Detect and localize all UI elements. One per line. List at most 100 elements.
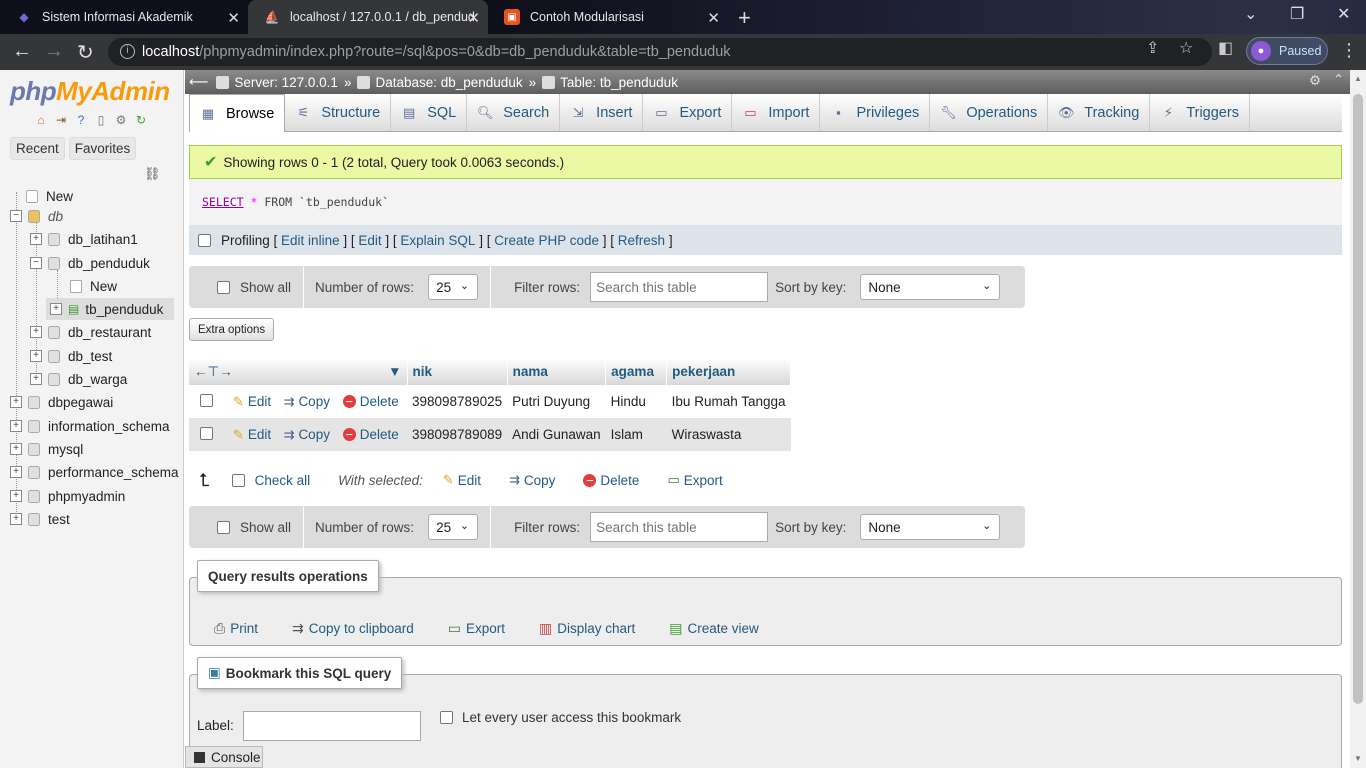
- sort-by-key-select[interactable]: None ⌄: [860, 274, 1001, 300]
- row-copy-button[interactable]: ⇉ Copy: [284, 394, 330, 410]
- column-header-nama[interactable]: nama: [507, 358, 607, 385]
- back-arrow-icon[interactable]: ←: [12, 40, 32, 63]
- settings-gear-icon[interactable]: ⚙: [113, 112, 129, 128]
- cell-pekerjaan[interactable]: Ibu Rumah Tangga: [666, 385, 791, 418]
- chevron-down-icon[interactable]: ⌄: [1244, 4, 1257, 24]
- expand-icon[interactable]: +: [10, 490, 22, 502]
- info-icon[interactable]: i: [120, 44, 135, 59]
- tab-tracking[interactable]: 👁︎ Tracking: [1048, 94, 1151, 131]
- console-tab[interactable]: Console: [185, 746, 263, 768]
- tree-item-tb_penduduk[interactable]: + ▤ tb_penduduk: [46, 298, 174, 320]
- extra-options-button[interactable]: Extra options: [189, 318, 275, 341]
- edit-inline-link[interactable]: Edit inline: [281, 233, 340, 248]
- expand-icon[interactable]: +: [10, 420, 22, 432]
- tree-item-db_restaurant[interactable]: + db_restaurant: [30, 321, 151, 343]
- tree-item-information_schema[interactable]: + information_schema: [10, 415, 170, 437]
- browser-tab-sia[interactable]: ◆ Sistem Informasi Akademik ✕: [0, 0, 248, 34]
- close-window-icon[interactable]: ✕: [1337, 4, 1350, 24]
- with-selected-copy-button[interactable]: ⇉ Copy: [509, 472, 555, 488]
- bookmark-label-input[interactable]: [243, 711, 421, 741]
- tree-item-new[interactable]: New: [10, 185, 73, 207]
- tree-item-mysql[interactable]: + mysql: [10, 438, 83, 460]
- column-header-nik[interactable]: nik: [407, 358, 508, 385]
- number-of-rows-select[interactable]: 25 ⌄: [428, 514, 479, 540]
- side-panel-icon[interactable]: ◧: [1218, 38, 1233, 58]
- help-icon[interactable]: ?: [73, 112, 89, 128]
- collapse-nav-arrow-icon[interactable]: ⟵: [189, 74, 208, 90]
- collapse-icon[interactable]: −: [30, 257, 42, 269]
- favorites-tab[interactable]: Favorites: [68, 137, 137, 160]
- expand-icon[interactable]: +: [30, 350, 42, 362]
- expand-icon[interactable]: +: [10, 466, 22, 478]
- restore-window-icon[interactable]: ❐: [1290, 4, 1304, 24]
- scroll-down-icon[interactable]: ▼: [1354, 754, 1362, 763]
- cell-agama[interactable]: Hindu: [605, 385, 667, 418]
- link-chain-icon[interactable]: ⛓: [144, 166, 161, 182]
- tree-item-dbpegawai[interactable]: + dbpegawai: [10, 391, 113, 413]
- sort-by-key-select[interactable]: None ⌄: [860, 514, 1001, 540]
- share-bookmark-checkbox[interactable]: [440, 711, 453, 724]
- settings-gear-icon[interactable]: ⚙: [1309, 73, 1321, 89]
- triangle-down-icon[interactable]: ▼: [388, 364, 401, 379]
- breadcrumb-server[interactable]: Server: 127.0.0.1: [216, 75, 338, 90]
- expand-icon[interactable]: +: [10, 443, 22, 455]
- tree-item-db_penduduk[interactable]: − db_penduduk: [30, 252, 150, 274]
- new-tab-icon[interactable]: +: [738, 5, 751, 31]
- tab-triggers[interactable]: ⚡︎ Triggers: [1150, 94, 1250, 131]
- reload-nav-icon[interactable]: ↻: [133, 112, 149, 128]
- tab-search[interactable]: 🔍︎ Search: [467, 94, 561, 131]
- export-button[interactable]: ▭ Export: [448, 620, 505, 637]
- with-selected-delete-button[interactable]: − Delete: [583, 473, 639, 488]
- edit-link[interactable]: Edit: [358, 233, 381, 248]
- cell-nik[interactable]: 398098789025: [407, 385, 508, 418]
- check-all-label[interactable]: Check all: [255, 473, 311, 488]
- refresh-link[interactable]: Refresh: [618, 233, 665, 248]
- browser-tab-modularisasi[interactable]: ▣ Contoh Modularisasi ✕: [488, 0, 728, 34]
- expand-icon[interactable]: +: [30, 233, 42, 245]
- tree-item-db_warga[interactable]: + db_warga: [30, 368, 127, 390]
- collapse-up-icon[interactable]: ⌃: [1333, 72, 1344, 88]
- share-icon[interactable]: ⇪: [1146, 38, 1159, 58]
- filter-rows-input[interactable]: Search this table: [590, 512, 769, 542]
- tree-item-performance_schema[interactable]: + performance_schema: [10, 461, 179, 483]
- column-header-agama[interactable]: agama: [605, 358, 668, 385]
- cell-nama[interactable]: Putri Duyung: [507, 385, 606, 418]
- tree-item-db[interactable]: − db: [10, 205, 63, 227]
- create-php-code-link[interactable]: Create PHP code: [494, 233, 599, 248]
- logout-icon[interactable]: ⇥: [53, 112, 69, 128]
- cell-agama[interactable]: Islam: [605, 418, 667, 451]
- row-edit-button[interactable]: ✎ Edit: [233, 394, 271, 410]
- scroll-up-icon[interactable]: ▲: [1354, 74, 1362, 83]
- column-resize-handle[interactable]: ←⊤→ ▼: [189, 358, 408, 385]
- browser-tab-phpmyadmin[interactable]: ⛵ localhost / 127.0.0.1 / db_pendud ✕: [248, 0, 488, 34]
- profile-button[interactable]: ● Paused: [1246, 37, 1328, 65]
- row-checkbox[interactable]: [200, 426, 213, 440]
- expand-icon[interactable]: +: [10, 513, 22, 525]
- close-icon[interactable]: ✕: [227, 9, 240, 27]
- expand-icon[interactable]: +: [10, 396, 22, 408]
- with-selected-edit-button[interactable]: ✎ Edit: [443, 472, 481, 488]
- address-bar[interactable]: i localhost/phpmyadmin/index.php?route=/…: [108, 38, 1212, 66]
- tree-item-db_test[interactable]: + db_test: [30, 345, 112, 367]
- home-icon[interactable]: ⌂: [33, 112, 49, 128]
- row-copy-button[interactable]: ⇉ Copy: [284, 427, 330, 443]
- column-header-pekerjaan[interactable]: pekerjaan: [666, 358, 792, 385]
- tree-item-phpmyadmin[interactable]: + phpmyadmin: [10, 485, 125, 507]
- bookmark-star-icon[interactable]: ☆: [1179, 38, 1193, 58]
- filter-rows-input[interactable]: Search this table: [590, 272, 769, 302]
- with-selected-export-button[interactable]: ▭ Export: [667, 472, 722, 488]
- cell-nama[interactable]: Andi Gunawan: [507, 418, 606, 451]
- show-all-checkbox[interactable]: [217, 520, 230, 534]
- tree-item-test[interactable]: + test: [10, 508, 70, 530]
- display-chart-button[interactable]: ▥ Display chart: [539, 620, 635, 637]
- phpmyadmin-logo[interactable]: phpMyAdmin: [10, 76, 170, 107]
- close-icon[interactable]: ✕: [467, 9, 480, 27]
- breadcrumb-table[interactable]: Table: tb_penduduk: [542, 75, 678, 90]
- tab-import[interactable]: ▭ Import: [732, 94, 821, 131]
- breadcrumb-database[interactable]: Database: db_penduduk: [357, 75, 523, 90]
- expand-icon[interactable]: +: [50, 303, 62, 315]
- check-all-checkbox[interactable]: [231, 473, 245, 487]
- copy-to-clipboard-button[interactable]: ⇉ Copy to clipboard: [292, 620, 414, 637]
- expand-icon[interactable]: +: [30, 326, 42, 338]
- tab-sql[interactable]: ▤ SQL: [391, 94, 468, 131]
